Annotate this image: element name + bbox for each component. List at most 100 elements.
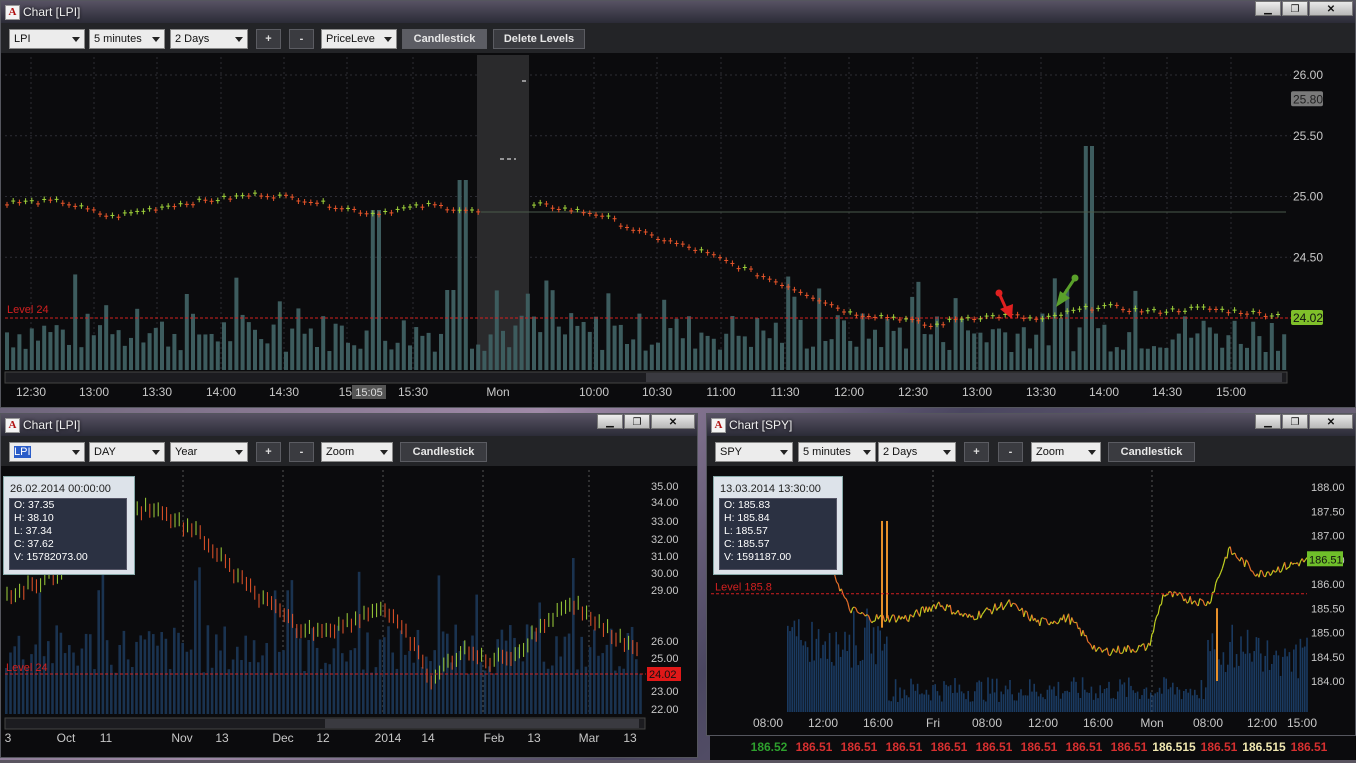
volume-bar: [211, 668, 214, 714]
volume-bar: [1233, 321, 1237, 370]
volume-bar: [824, 641, 826, 712]
zoom-in-button[interactable]: +: [964, 442, 989, 462]
interval-select[interactable]: 5 minutes: [89, 29, 165, 49]
delete-levels-button[interactable]: Delete Levels: [493, 29, 585, 49]
volume-bar: [1273, 655, 1275, 712]
volume-bar: [1269, 670, 1271, 712]
volume-bar: [135, 642, 138, 714]
tool-mode-select[interactable]: Zoom: [321, 442, 393, 462]
symbol-select[interactable]: LPI: [9, 442, 85, 462]
symbol-select[interactable]: LPI: [9, 29, 85, 49]
volume-bar: [1214, 649, 1216, 712]
volume-bar: [1104, 689, 1106, 712]
maximize-button[interactable]: ❐: [1282, 1, 1308, 16]
volume-bar: [576, 669, 579, 714]
interval-select[interactable]: DAY: [89, 442, 165, 462]
volume-bar: [1225, 672, 1227, 712]
range-select[interactable]: Year: [170, 442, 248, 462]
volume-bar: [1190, 689, 1192, 712]
volume-bar: [849, 635, 851, 712]
volume-bar: [606, 645, 609, 714]
price-segment: [1201, 600, 1203, 601]
volume-bar: [915, 691, 917, 712]
volume-bar: [1205, 687, 1207, 712]
volume-bar: [312, 628, 315, 714]
volume-bar: [492, 673, 495, 714]
range-select[interactable]: 2 Days: [170, 29, 248, 49]
volume-bar: [354, 648, 357, 714]
volume-bar: [177, 633, 180, 714]
zoom-in-button[interactable]: +: [256, 29, 281, 49]
volume-bar: [897, 702, 899, 712]
zoom-out-button[interactable]: -: [289, 29, 314, 49]
price-segment: [1043, 618, 1045, 619]
volume-bar: [1051, 689, 1053, 712]
volume-bar: [1161, 694, 1163, 712]
x-tick-label: 13: [527, 731, 541, 745]
volume-bar: [1036, 692, 1038, 712]
volume-bar: [1059, 318, 1063, 370]
volume-bar: [253, 640, 256, 714]
x-tick-label: 13: [215, 731, 229, 745]
volume-bar: [557, 327, 561, 370]
volume-bar: [303, 671, 306, 714]
title-bar[interactable]: A Chart [LPI] ▁ ❐ ✕: [1, 414, 697, 436]
zoom-in-button[interactable]: +: [256, 442, 281, 462]
zoom-out-button[interactable]: -: [289, 442, 314, 462]
maximize-button[interactable]: ❐: [1282, 414, 1308, 429]
volume-bar: [687, 316, 691, 370]
maximize-button[interactable]: ❐: [624, 414, 650, 429]
close-button[interactable]: ✕: [651, 414, 695, 429]
volume-bar: [873, 330, 877, 370]
range-select[interactable]: 2 Days: [878, 442, 956, 462]
volume-bar: [1170, 687, 1172, 712]
symbol-select[interactable]: SPY: [715, 442, 793, 462]
volume-bar: [898, 328, 902, 370]
candlestick-button[interactable]: Candlestick: [402, 29, 487, 49]
volume-bar: [1282, 334, 1286, 370]
minimize-button[interactable]: ▁: [597, 414, 623, 429]
price-strip-value: 186.51: [796, 740, 833, 754]
volume-bar: [934, 684, 936, 712]
volume-bar: [974, 691, 976, 712]
zoom-out-button[interactable]: -: [998, 442, 1023, 462]
volume-bar: [439, 334, 443, 370]
volume-bar: [699, 333, 703, 370]
minimize-button[interactable]: ▁: [1255, 1, 1281, 16]
title-bar[interactable]: A Chart [LPI] ▁ ❐ ✕: [1, 1, 1355, 23]
volume-bar: [1000, 692, 1002, 712]
close-button[interactable]: ✕: [1309, 1, 1353, 16]
minimize-button[interactable]: ▁: [1255, 414, 1281, 429]
tool-mode-select[interactable]: PriceLeve: [321, 29, 397, 49]
volume-bar: [270, 673, 273, 714]
volume-bar: [1177, 334, 1181, 370]
volume-bar: [831, 662, 833, 712]
close-button[interactable]: ✕: [1309, 414, 1353, 429]
volume-bar: [1270, 323, 1274, 370]
volume-bar: [1229, 642, 1231, 712]
volume-bar: [631, 339, 635, 370]
volume-bar: [1164, 348, 1168, 370]
volume-bar: [156, 646, 159, 714]
tool-mode-select[interactable]: Zoom: [1031, 442, 1101, 462]
candlestick-button[interactable]: Candlestick: [400, 442, 487, 462]
window-title: Chart [LPI]: [23, 418, 80, 432]
volume-bar: [594, 317, 598, 370]
volume-bar: [476, 345, 480, 370]
volume-bar: [681, 338, 685, 370]
volume-bar: [1060, 699, 1062, 712]
volume-bar: [952, 693, 954, 712]
interval-select[interactable]: 5 minutes: [798, 442, 876, 462]
volume-bar: [1113, 698, 1115, 712]
volume-bar: [259, 339, 263, 370]
volume-bar: [1195, 333, 1199, 370]
volume-bar: [861, 314, 865, 370]
volume-bar: [1025, 695, 1027, 712]
main-price-chart[interactable]: 26.0025.5025.0024.50Level 2424.0225.8012…: [1, 53, 1355, 407]
volume-bar: [904, 349, 908, 370]
volume-bar: [228, 341, 232, 370]
volume-bar: [910, 297, 914, 370]
candlestick-button[interactable]: Candlestick: [1108, 442, 1195, 462]
title-bar[interactable]: A Chart [SPY] ▁ ❐ ✕: [707, 414, 1355, 436]
volume-bar: [222, 322, 226, 370]
